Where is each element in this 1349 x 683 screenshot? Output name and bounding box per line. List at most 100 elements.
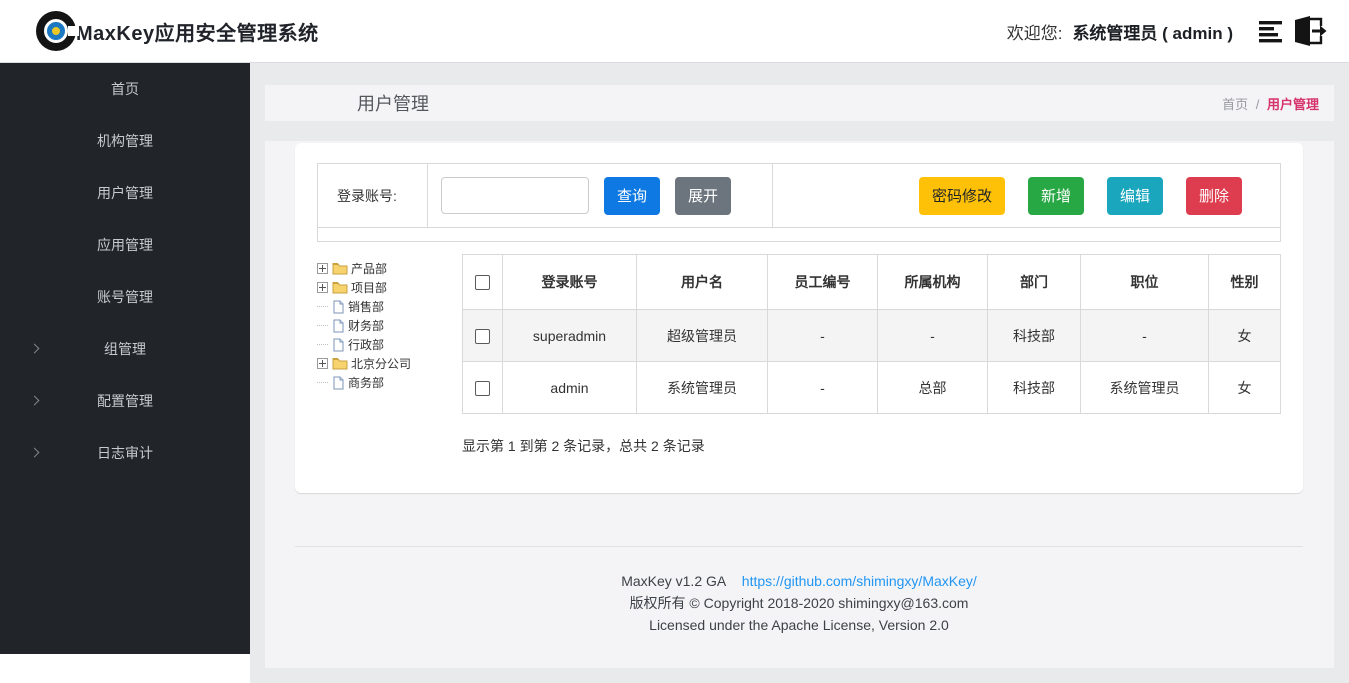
chevron-right-icon [30, 448, 40, 458]
file-icon [332, 319, 345, 333]
sidebar-item-home[interactable]: 首页 [0, 63, 250, 115]
expand-plus-icon[interactable] [317, 263, 328, 274]
search-toolbar: 登录账号: 查询 展开 密码修改 新增 编辑 删除 [317, 163, 1281, 228]
row-checkbox[interactable] [475, 381, 490, 396]
content-panel: 登录账号: 查询 展开 密码修改 新增 编辑 删除 [265, 141, 1334, 668]
page-footer: MaxKey v1.2 GA https://github.com/shimin… [295, 571, 1303, 636]
select-all-checkbox[interactable] [475, 275, 490, 290]
edit-button[interactable]: 编辑 [1107, 177, 1163, 215]
folder-icon [332, 262, 348, 275]
change-password-button[interactable]: 密码修改 [919, 177, 1005, 215]
tree-node-finance[interactable]: 财务部 [317, 316, 462, 335]
sidebar-item-group-management[interactable]: 组管理 [0, 323, 250, 375]
table-row[interactable]: superadmin 超级管理员 - - 科技部 - 女 [463, 310, 1281, 362]
pagination-info: 显示第 1 到第 2 条记录，总共 2 条记录 [462, 436, 1281, 456]
expand-plus-icon[interactable] [317, 358, 328, 369]
footer-github-link[interactable]: https://github.com/shimingxy/MaxKey/ [742, 573, 977, 589]
tree-node-beijing-branch[interactable]: 北京分公司 [317, 354, 462, 373]
sidebar-item-org-management[interactable]: 机构管理 [0, 115, 250, 167]
footer-version: MaxKey v1.2 GA [621, 573, 726, 589]
expand-button[interactable]: 展开 [675, 177, 731, 215]
col-username: 用户名 [637, 255, 768, 310]
user-management-card: 登录账号: 查询 展开 密码修改 新增 编辑 删除 [295, 143, 1303, 493]
sidebar-item-label: 应用管理 [97, 235, 153, 255]
cell-employee-no: - [768, 362, 878, 414]
col-position: 职位 [1081, 255, 1209, 310]
welcome-label: 欢迎您: [1007, 19, 1063, 44]
sidebar-item-label: 日志审计 [97, 443, 153, 463]
chevron-right-icon [30, 344, 40, 354]
cell-department: 科技部 [988, 362, 1081, 414]
cell-position: 系统管理员 [1081, 362, 1209, 414]
logo-yellow-dot [52, 27, 60, 35]
app-title: MaxKey应用安全管理系统 [76, 17, 319, 46]
file-icon [332, 300, 345, 314]
cell-username: 系统管理员 [637, 362, 768, 414]
cell-organization: - [878, 310, 988, 362]
cell-gender: 女 [1209, 310, 1281, 362]
col-gender: 性别 [1209, 255, 1281, 310]
menu-list-icon[interactable] [1257, 17, 1285, 45]
table-header-row: 登录账号 用户名 员工编号 所属机构 部门 职位 性别 [463, 255, 1281, 310]
sidebar-item-label: 配置管理 [97, 391, 153, 411]
tree-node-product[interactable]: 产品部 [317, 259, 462, 278]
folder-icon [332, 281, 348, 294]
add-button[interactable]: 新增 [1028, 177, 1084, 215]
cell-login-account: superadmin [503, 310, 637, 362]
file-icon [332, 376, 345, 390]
footer-divider [295, 546, 1303, 547]
advanced-search-collapsed [317, 228, 1281, 242]
login-account-label: 登录账号: [337, 186, 397, 206]
cell-username: 超级管理员 [637, 310, 768, 362]
page-header-bar: 用户管理 首页 / 用户管理 [265, 85, 1334, 121]
breadcrumb: 首页 / 用户管理 [1222, 94, 1319, 113]
users-table: 登录账号 用户名 员工编号 所属机构 部门 职位 性别 superadmin 超… [462, 254, 1281, 456]
breadcrumb-home-link[interactable]: 首页 [1222, 97, 1248, 112]
sidebar-item-label: 机构管理 [97, 131, 153, 151]
tree-node-admin-dept[interactable]: 行政部 [317, 335, 462, 354]
col-login-account: 登录账号 [503, 255, 637, 310]
row-checkbox[interactable] [475, 329, 490, 344]
sidebar-item-label: 首页 [111, 79, 139, 99]
cell-gender: 女 [1209, 362, 1281, 414]
delete-button[interactable]: 删除 [1186, 177, 1242, 215]
sidebar-item-user-management[interactable]: 用户管理 [0, 167, 250, 219]
tree-connector [317, 306, 328, 307]
table-row[interactable]: admin 系统管理员 - 总部 科技部 系统管理员 女 [463, 362, 1281, 414]
cell-login-account: admin [503, 362, 637, 414]
login-account-input[interactable] [441, 177, 589, 214]
footer-copyright: 版权所有 © Copyright 2018-2020 shimingxy@163… [295, 593, 1303, 614]
tree-connector [317, 344, 328, 345]
sidebar-item-label: 组管理 [104, 339, 146, 359]
sidebar-item-config-management[interactable]: 配置管理 [0, 375, 250, 427]
tree-connector [317, 325, 328, 326]
cell-position: - [1081, 310, 1209, 362]
sidebar-item-log-audit[interactable]: 日志审计 [0, 427, 250, 479]
cell-organization: 总部 [878, 362, 988, 414]
sidebar-item-app-management[interactable]: 应用管理 [0, 219, 250, 271]
col-organization: 所属机构 [878, 255, 988, 310]
cell-employee-no: - [768, 310, 878, 362]
tree-node-business-dept[interactable]: 商务部 [317, 373, 462, 392]
query-button[interactable]: 查询 [604, 177, 660, 215]
maxkey-logo-icon [36, 11, 76, 51]
page-title: 用户管理 [357, 90, 429, 116]
logo-c-gap [68, 26, 79, 36]
sidebar-item-account-management[interactable]: 账号管理 [0, 271, 250, 323]
footer-license: Licensed under the Apache License, Versi… [295, 615, 1303, 636]
org-tree: 产品部 项目部 [317, 254, 462, 456]
sidebar-nav: 首页 机构管理 用户管理 应用管理 账号管理 组管理 配置管理 日志审计 [0, 63, 250, 654]
tree-node-project[interactable]: 项目部 [317, 278, 462, 297]
folder-icon [332, 357, 348, 370]
file-icon [332, 338, 345, 352]
tree-node-sales[interactable]: 销售部 [317, 297, 462, 316]
logout-icon[interactable] [1291, 15, 1327, 47]
header-right: 欢迎您: 系统管理员 ( admin ) [1007, 15, 1327, 47]
breadcrumb-current: 用户管理 [1267, 97, 1319, 112]
expand-plus-icon[interactable] [317, 282, 328, 293]
col-employee-no: 员工编号 [768, 255, 878, 310]
top-header: MaxKey应用安全管理系统 欢迎您: 系统管理员 ( admin ) [0, 0, 1349, 63]
breadcrumb-separator: / [1256, 97, 1260, 112]
main-content: 用户管理 首页 / 用户管理 登录账号: 查询 展开 密码修改 新增 [250, 63, 1349, 683]
current-user: 系统管理员 ( admin ) [1072, 19, 1233, 44]
